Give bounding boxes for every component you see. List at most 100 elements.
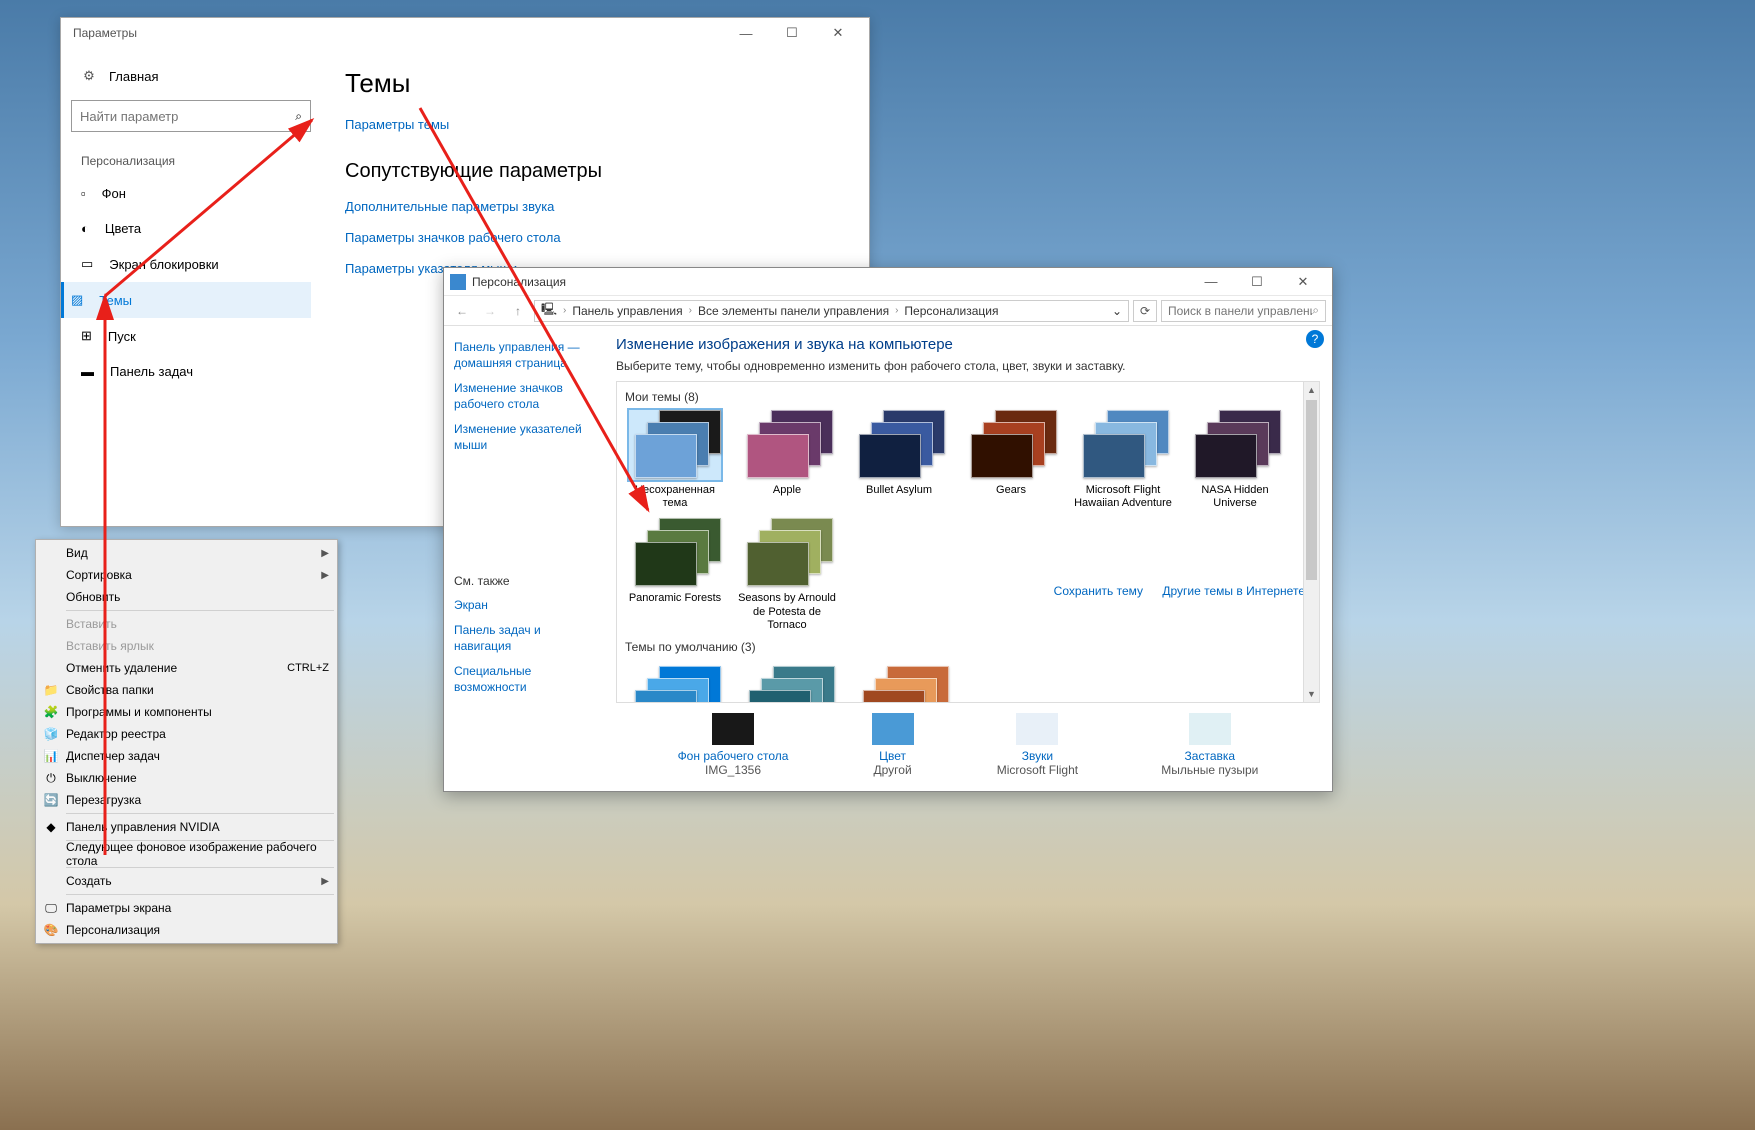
cp-minimize-button[interactable]: — <box>1188 267 1234 297</box>
see-also-link-0[interactable]: Экран <box>454 598 594 614</box>
back-button[interactable]: ← <box>450 299 474 323</box>
theme-label: Bullet Asylum <box>849 484 949 497</box>
menu-item-14[interactable]: ◆Панель управления NVIDIA <box>38 816 335 838</box>
menu-item-9[interactable]: 🧊Редактор реестра <box>38 723 335 745</box>
save-theme-link[interactable]: Сохранить тему <box>1054 584 1143 598</box>
scroll-up-button[interactable]: ▲ <box>1304 382 1319 398</box>
help-icon[interactable]: ? <box>1306 330 1324 348</box>
side-link-0[interactable]: Панель управления — домашняя страница <box>454 340 594 371</box>
menu-item-11[interactable]: ⏻Выключение <box>38 767 335 789</box>
nav-item-3[interactable]: ▨Темы <box>61 282 311 318</box>
default-theme-1[interactable] <box>739 666 839 703</box>
menu-item-21[interactable]: 🎨Персонализация <box>38 919 335 941</box>
scroll-down-button[interactable]: ▼ <box>1304 686 1319 702</box>
theme-6[interactable]: Panoramic Forests <box>625 518 725 632</box>
nav-label: Фон <box>102 186 126 201</box>
chevron-right-icon: › <box>689 305 692 316</box>
bottom-item-2[interactable]: ЗвукиMicrosoft Flight <box>997 713 1078 777</box>
nav-label: Цвета <box>105 221 141 236</box>
theme-3[interactable]: Gears <box>961 410 1061 510</box>
menu-item-7[interactable]: 📁Свойства папки <box>38 679 335 701</box>
personalize-icon: 🎨 <box>43 922 59 938</box>
default-theme-0[interactable] <box>625 666 725 703</box>
menu-item-16[interactable]: Следующее фоновое изображение рабочего с… <box>38 843 335 865</box>
minimize-button[interactable]: — <box>723 18 769 48</box>
personalization-window: Персонализация — ☐ ✕ ← → ↑ 🖳 › Панель упра… <box>443 267 1333 792</box>
menu-label: Свойства папки <box>66 683 154 697</box>
address-dropdown-icon[interactable]: ⌄ <box>1112 304 1122 318</box>
nav-icon: ⊞ <box>81 328 92 344</box>
menu-item-10[interactable]: 📊Диспетчер задач <box>38 745 335 767</box>
cp-main: ? Изменение изображения и звука на компь… <box>604 326 1332 791</box>
theme-0[interactable]: Несохраненная тема <box>625 410 725 510</box>
menu-label: Создать <box>66 874 112 888</box>
close-button[interactable]: ✕ <box>815 18 861 48</box>
theme-label: Несохраненная тема <box>625 484 725 510</box>
programs-icon: 🧩 <box>43 704 59 720</box>
related-link-0[interactable]: Дополнительные параметры звука <box>345 199 845 214</box>
cp-sidebar: Панель управления — домашняя страница Изм… <box>444 326 604 791</box>
more-themes-link[interactable]: Другие темы в Интернете <box>1162 584 1305 598</box>
nav-item-2[interactable]: ▭Экран блокировки <box>71 246 311 282</box>
menu-label: Перезагрузка <box>66 793 141 807</box>
nav-item-5[interactable]: ▬Панель задач <box>71 354 311 389</box>
menu-label: Отменить удаление <box>66 661 177 675</box>
menu-separator <box>66 610 334 611</box>
related-link-1[interactable]: Параметры значков рабочего стола <box>345 230 845 245</box>
breadcrumb-2[interactable]: Персонализация <box>904 304 998 318</box>
menu-item-20[interactable]: 🖵Параметры экрана <box>38 897 335 919</box>
cp-search-input[interactable] <box>1168 304 1312 318</box>
home-link[interactable]: ⚙ Главная <box>71 60 311 92</box>
nav-item-1[interactable]: ◐Цвета <box>71 211 311 246</box>
menu-item-2[interactable]: Обновить <box>38 586 335 608</box>
maximize-button[interactable]: ☐ <box>769 18 815 48</box>
cp-nav-bar: ← → ↑ 🖳›Панель управления›Все элементы п… <box>444 296 1332 326</box>
theme-1[interactable]: Apple <box>737 410 837 510</box>
nav-item-0[interactable]: ▫Фон <box>71 176 311 211</box>
side-link-1[interactable]: Изменение значков рабочего стола <box>454 381 594 412</box>
theme-4[interactable]: Microsoft Flight Hawaiian Adventure <box>1073 410 1173 510</box>
default-theme-2[interactable] <box>853 666 953 703</box>
theme-params-link[interactable]: Параметры темы <box>345 117 845 132</box>
scroll-thumb[interactable] <box>1306 400 1317 580</box>
scrollbar[interactable]: ▲ ▼ <box>1303 382 1319 702</box>
nav-icon: ▭ <box>81 256 93 272</box>
address-bar[interactable]: 🖳›Панель управления›Все элементы панели … <box>534 300 1129 322</box>
search-input[interactable] <box>80 109 295 124</box>
menu-item-12[interactable]: 🔄 Перезагрузка <box>38 789 335 811</box>
restart-icon: 🔄 <box>43 792 59 808</box>
menu-item-8[interactable]: 🧩Программы и компоненты <box>38 701 335 723</box>
nav-item-4[interactable]: ⊞Пуск <box>71 318 311 354</box>
up-button[interactable]: ↑ <box>506 299 530 323</box>
bottom-item-3[interactable]: ЗаставкаМыльные пузыри <box>1161 713 1258 777</box>
bottom-item-0[interactable]: Фон рабочего столаIMG_1356 <box>678 713 789 777</box>
menu-label: Сортировка <box>66 568 132 582</box>
menu-item-18[interactable]: Создать▶ <box>38 870 335 892</box>
forward-button[interactable]: → <box>478 299 502 323</box>
menu-label: Следующее фоновое изображение рабочего с… <box>66 840 329 868</box>
see-also-link-2[interactable]: Специальные возможности <box>454 664 594 695</box>
computer-icon: 🖳 <box>541 300 557 321</box>
menu-item-1[interactable]: Сортировка▶ <box>38 564 335 586</box>
menu-item-0[interactable]: Вид▶ <box>38 542 335 564</box>
breadcrumb-0[interactable]: Панель управления <box>572 304 682 318</box>
cp-subheading: Выберите тему, чтобы одновременно измени… <box>616 359 1320 373</box>
cp-search-box[interactable]: ⌕ <box>1161 300 1326 322</box>
page-title: Темы <box>345 68 845 99</box>
refresh-button[interactable]: ⟳ <box>1133 300 1157 322</box>
theme-5[interactable]: NASA Hidden Universe <box>1185 410 1285 510</box>
see-also-link-1[interactable]: Панель задач и навигация <box>454 623 594 654</box>
bottom-title: Фон рабочего стола <box>678 749 789 763</box>
cp-maximize-button[interactable]: ☐ <box>1234 267 1280 297</box>
theme-7[interactable]: Seasons by Arnould de Potesta de Tornaco <box>737 518 837 632</box>
cp-close-button[interactable]: ✕ <box>1280 267 1326 297</box>
breadcrumb-1[interactable]: Все элементы панели управления <box>698 304 889 318</box>
submenu-arrow-icon: ▶ <box>321 548 329 559</box>
search-box[interactable]: ⌕ <box>71 100 311 132</box>
settings-title: Параметры <box>73 26 723 40</box>
menu-item-6[interactable]: Отменить удалениеCTRL+Z <box>38 657 335 679</box>
side-link-2[interactable]: Изменение указателей мыши <box>454 422 594 453</box>
bottom-item-1[interactable]: ЦветДругой <box>872 713 914 777</box>
theme-2[interactable]: Bullet Asylum <box>849 410 949 510</box>
bottom-icon <box>872 713 914 745</box>
